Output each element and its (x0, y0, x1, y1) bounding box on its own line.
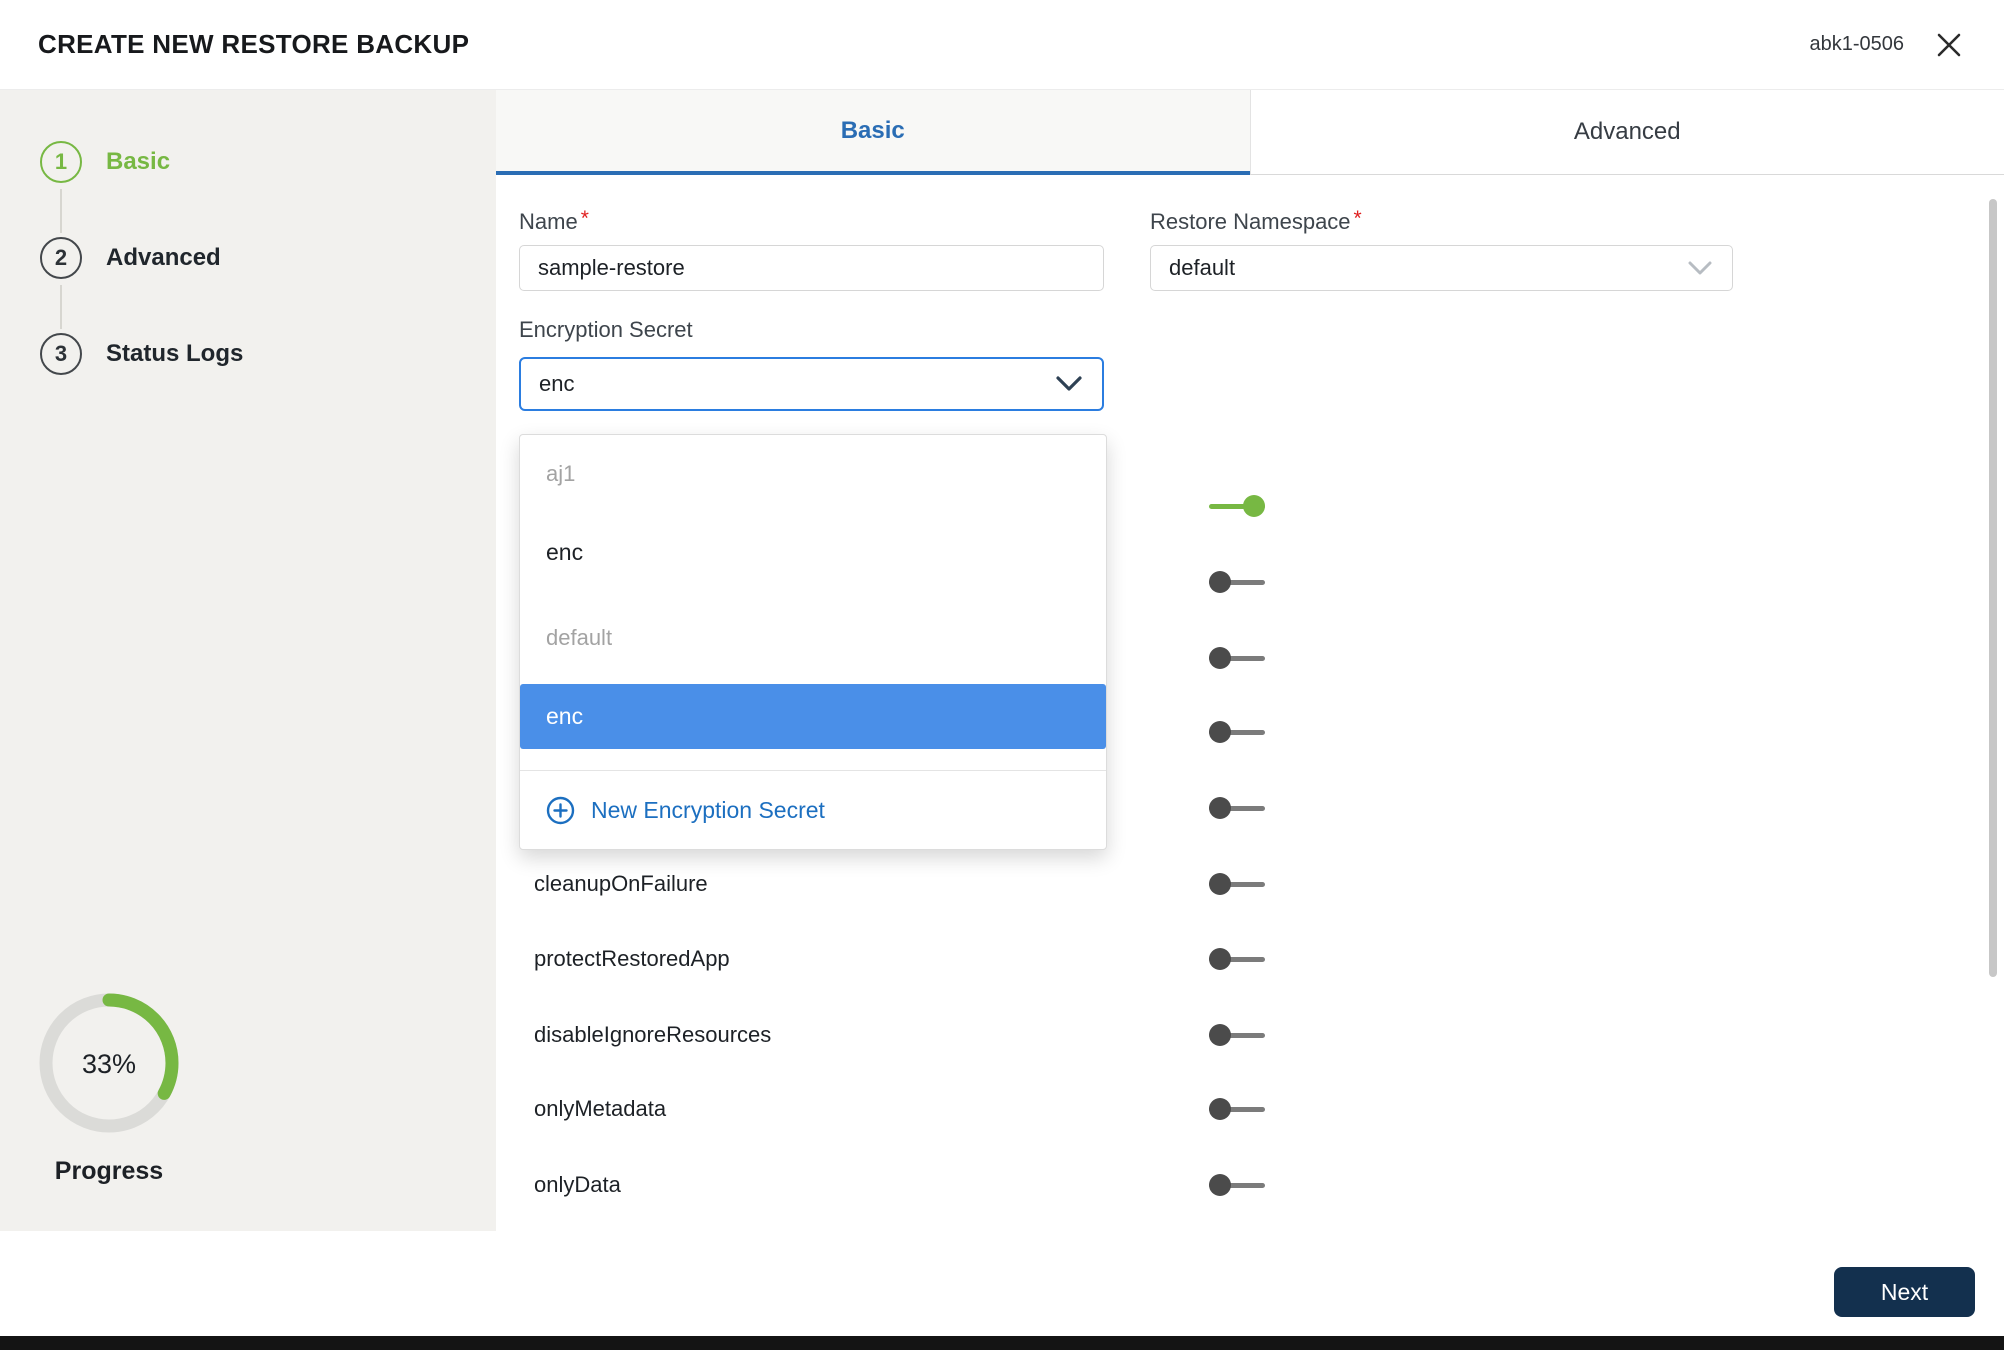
bottom-edge-strip (0, 1336, 2004, 1350)
tab-bar: Basic Advanced (496, 90, 2004, 175)
vertical-scrollbar[interactable] (1989, 199, 1997, 977)
toggle-row-cleanupOnFailure: cleanupOnFailure (534, 870, 1265, 898)
step-label: Basic (106, 148, 170, 176)
modal-header: CREATE NEW RESTORE BACKUP abk1-0506 (0, 0, 2004, 90)
modal-footer: Next (0, 1231, 2004, 1336)
toggle-switch[interactable] (1209, 797, 1265, 819)
toggle-knob (1209, 873, 1231, 895)
progress-percent: 33% (82, 1049, 136, 1079)
new-encryption-secret-label: New Encryption Secret (591, 797, 825, 824)
create-restore-backup-modal: CREATE NEW RESTORE BACKUP abk1-0506 1 Ba… (0, 0, 2004, 1350)
toggle-knob (1209, 1024, 1231, 1046)
header-right: abk1-0506 (1809, 30, 1964, 60)
step-label: Status Logs (106, 340, 243, 368)
step-number: 1 (40, 141, 82, 183)
close-icon[interactable] (1934, 30, 1964, 60)
dropdown-spacer (520, 749, 1106, 770)
toggle-switch[interactable] (1209, 1098, 1265, 1120)
new-encryption-secret-action[interactable]: New Encryption Secret (520, 770, 1106, 849)
name-input[interactable] (519, 245, 1104, 291)
tab-basic[interactable]: Basic (496, 90, 1250, 175)
toggle-row-protectRestoredApp: protectRestoredApp (534, 945, 1265, 973)
next-button[interactable]: Next (1834, 1267, 1975, 1317)
step-connector (60, 189, 62, 233)
toggle-switch[interactable] (1209, 1024, 1265, 1046)
tab-advanced[interactable]: Advanced (1250, 90, 2004, 175)
restore-namespace-value: default (1169, 255, 1235, 281)
encryption-secret-value: enc (539, 371, 574, 397)
toggle-knob (1209, 948, 1231, 970)
toggle-switch[interactable] (1209, 721, 1265, 743)
toggle-knob (1209, 571, 1231, 593)
form-content: Name* Restore Namespace* default Encrypt… (496, 175, 2004, 1231)
toggle-label: protectRestoredApp (534, 946, 730, 972)
required-asterisk: * (1354, 207, 1362, 230)
step-advanced[interactable]: 2 Advanced (40, 236, 221, 280)
toggle-label: onlyMetadata (534, 1096, 666, 1122)
dropdown-group-label: default (520, 592, 1106, 684)
restore-namespace-label: Restore Namespace* (1150, 207, 1362, 235)
step-number: 2 (40, 237, 82, 279)
toggle-switch[interactable] (1209, 1174, 1265, 1196)
backup-id-badge: abk1-0506 (1809, 33, 1904, 56)
restore-namespace-select[interactable]: default (1150, 245, 1733, 291)
toggle-knob (1243, 495, 1265, 517)
dropdown-option-selected[interactable]: enc (520, 684, 1106, 749)
name-label: Name* (519, 207, 589, 235)
toggle-knob (1209, 647, 1231, 669)
toggle-switch[interactable] (1209, 571, 1265, 593)
toggle-row-onlyMetadata: onlyMetadata (534, 1095, 1265, 1123)
toggle-row-disableIgnoreResources: disableIgnoreResources (534, 1021, 1265, 1049)
step-label: Advanced (106, 244, 221, 272)
dropdown-group-label: aj1 (520, 435, 1106, 513)
step-basic[interactable]: 1 Basic (40, 140, 170, 184)
toggle-label: disableIgnoreResources (534, 1022, 771, 1048)
toggle-knob (1209, 797, 1231, 819)
toggle-knob (1209, 721, 1231, 743)
toggle-row-onlyData: onlyData (534, 1171, 1265, 1199)
toggle-knob (1209, 1174, 1231, 1196)
dropdown-option[interactable]: enc (520, 513, 1106, 592)
toggle-label: cleanupOnFailure (534, 871, 708, 897)
progress-indicator: 33% Progress (0, 988, 218, 1186)
plus-circle-icon (546, 796, 575, 825)
toggle-switch[interactable] (1209, 873, 1265, 895)
chevron-down-icon (1056, 376, 1082, 392)
step-status-logs[interactable]: 3 Status Logs (40, 332, 243, 376)
toggle-switch[interactable] (1209, 948, 1265, 970)
encryption-secret-select[interactable]: enc (519, 357, 1104, 411)
step-number: 3 (40, 333, 82, 375)
chevron-down-icon (1688, 261, 1712, 276)
progress-label: Progress (0, 1157, 218, 1186)
step-connector (60, 285, 62, 329)
toggle-knob (1209, 1098, 1231, 1120)
encryption-secret-label: Encryption Secret (519, 317, 693, 343)
progress-ring: 33% (34, 988, 184, 1138)
modal-title: CREATE NEW RESTORE BACKUP (38, 29, 469, 60)
toggle-label: onlyData (534, 1172, 621, 1198)
required-asterisk: * (581, 207, 589, 230)
encryption-secret-dropdown: aj1 enc default enc New Encryption Secre… (519, 434, 1107, 850)
stepper-sidebar: 1 Basic 2 Advanced 3 Status Logs 33% Pro… (0, 90, 496, 1233)
toggle-switch[interactable] (1209, 647, 1265, 669)
toggle-switch[interactable] (1209, 495, 1265, 517)
